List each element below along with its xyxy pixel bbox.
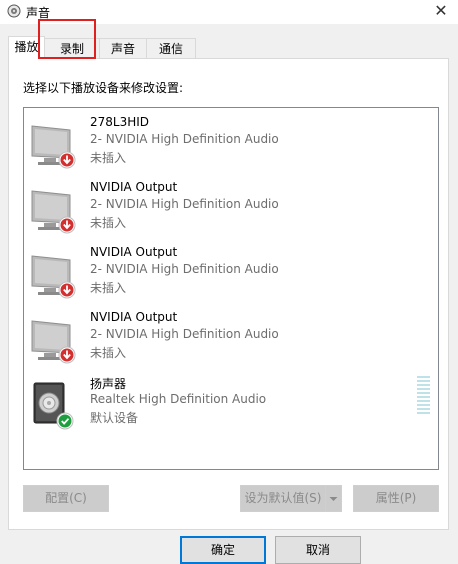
playback-device-list[interactable]: 278L3HID 2- NVIDIA High Definition Audio… — [23, 107, 439, 470]
instruction-text: 选择以下播放设备来修改设置: — [23, 81, 184, 95]
device-status: 未插入 — [90, 216, 127, 230]
device-description: Realtek High Definition Audio — [90, 392, 267, 406]
window-title: 声音 — [26, 6, 51, 20]
device-description: 2- NVIDIA High Definition Audio — [90, 197, 279, 211]
monitor-icon — [31, 125, 76, 169]
default-check-icon — [58, 414, 72, 428]
device-status: 未插入 — [90, 281, 127, 295]
device-description: 2- NVIDIA High Definition Audio — [90, 262, 279, 276]
set-default-dropdown[interactable] — [325, 485, 342, 512]
device-name: NVIDIA Output — [90, 310, 178, 324]
tab-sounds[interactable]: 声音 — [99, 38, 147, 58]
title-bar: 声音 ✕ — [0, 0, 458, 24]
device-description: 2- NVIDIA High Definition Audio — [90, 132, 279, 146]
close-icon: ✕ — [434, 1, 448, 20]
tab-playback[interactable]: 播放 — [8, 36, 45, 59]
list-item-device[interactable]: 278L3HID 2- NVIDIA High Definition Audio… — [30, 114, 430, 176]
device-status: 未插入 — [90, 346, 127, 360]
monitor-icon — [31, 255, 76, 299]
list-item-device[interactable]: 扬声器 Realtek High Definition Audio 默认设备 — [30, 374, 430, 436]
close-button[interactable]: ✕ — [424, 0, 458, 24]
tab-recording[interactable]: 录制 — [44, 38, 100, 58]
monitor-icon — [31, 320, 76, 364]
monitor-icon — [31, 190, 76, 234]
device-name: NVIDIA Output — [90, 180, 178, 194]
speaker-icon — [33, 382, 74, 430]
playback-panel: 选择以下播放设备来修改设置: 278L3HID 2- NVIDIA High D… — [8, 58, 449, 530]
properties-button[interactable]: 属性(P) — [353, 485, 439, 512]
device-status: 默认设备 — [90, 411, 139, 425]
set-default-button[interactable]: 设为默认值(S) — [240, 485, 326, 512]
volume-level-meter — [417, 376, 430, 416]
cancel-button[interactable]: 取消 — [275, 536, 361, 564]
list-item-device[interactable]: NVIDIA Output 2- NVIDIA High Definition … — [30, 309, 430, 371]
list-item-device[interactable]: NVIDIA Output 2- NVIDIA High Definition … — [30, 179, 430, 241]
device-name: 扬声器 — [90, 377, 127, 391]
sound-dialog: 声音 ✕ 播放 录制 声音 通信 选择以下播放设备来修改设置: 278L3HID… — [0, 0, 458, 564]
ok-button[interactable]: 确定 — [180, 536, 266, 564]
configure-button[interactable]: 配置(C) — [23, 485, 109, 512]
list-item-device[interactable]: NVIDIA Output 2- NVIDIA High Definition … — [30, 244, 430, 306]
device-name: 278L3HID — [90, 115, 150, 129]
device-description: 2- NVIDIA High Definition Audio — [90, 327, 279, 341]
chevron-down-icon — [329, 497, 338, 501]
device-status: 未插入 — [90, 151, 127, 165]
device-name: NVIDIA Output — [90, 245, 178, 259]
speaker-app-icon — [7, 4, 21, 18]
tab-communications[interactable]: 通信 — [146, 38, 196, 58]
